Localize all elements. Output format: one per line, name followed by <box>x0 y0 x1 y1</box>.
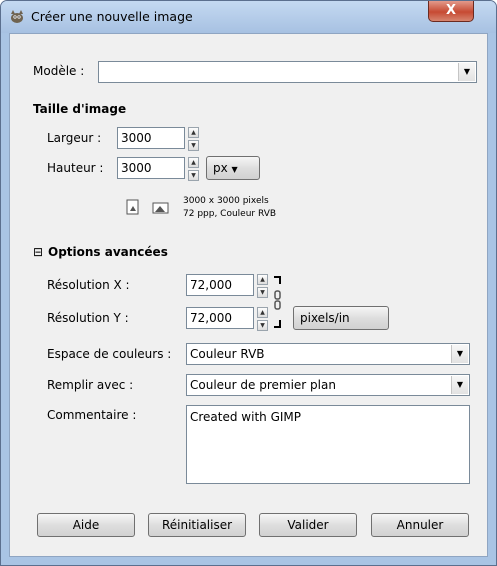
reset-button[interactable]: Réinitialiser <box>148 513 246 537</box>
landscape-icon[interactable] <box>152 202 170 214</box>
dialog-window: Créer une nouvelle image X Modèle : ▼ Ta… <box>0 0 497 566</box>
template-select[interactable]: ▼ <box>98 61 477 83</box>
spin-down-icon[interactable]: ▼ <box>188 140 199 151</box>
gimp-wilber-icon <box>11 10 23 23</box>
dialog-body: Modèle : ▼ Taille d'image Largeur : 3000… <box>9 33 488 557</box>
image-size-heading: Taille d'image <box>33 102 127 116</box>
height-input[interactable]: 3000 <box>117 157 185 179</box>
res-x-spinner[interactable]: ▲ ▼ <box>257 274 268 298</box>
spin-up-icon[interactable]: ▲ <box>188 127 199 138</box>
res-x-input[interactable]: 72,000 <box>186 274 254 296</box>
ok-button[interactable]: Valider <box>259 513 357 537</box>
advanced-toggle-icon[interactable]: ⊟ <box>33 245 43 259</box>
cancel-button[interactable]: Annuler <box>371 513 469 537</box>
width-input[interactable]: 3000 <box>117 127 185 149</box>
close-button[interactable]: X <box>428 1 474 22</box>
width-spinner[interactable]: ▲ ▼ <box>188 127 199 151</box>
colorspace-label: Espace de couleurs : <box>47 347 172 361</box>
width-label: Largeur : <box>47 131 102 145</box>
fill-select[interactable]: Couleur de premier plan ▼ <box>186 374 470 396</box>
chain-link-icon[interactable] <box>272 274 284 330</box>
spin-up-icon[interactable]: ▲ <box>257 274 268 285</box>
advanced-options-heading[interactable]: Options avancées <box>48 245 168 259</box>
res-x-label: Résolution X : <box>47 278 130 292</box>
fill-label: Remplir avec : <box>47 378 134 392</box>
colorspace-value: Couleur RVB <box>190 347 265 361</box>
title-bar[interactable]: Créer une nouvelle image X <box>1 1 496 33</box>
comment-textarea[interactable]: Created with GIMP <box>186 405 470 484</box>
help-button[interactable]: Aide <box>37 513 135 537</box>
chevron-down-icon: ▼ <box>451 376 468 394</box>
spin-down-icon[interactable]: ▼ <box>257 320 268 331</box>
res-y-input[interactable]: 72,000 <box>186 307 254 329</box>
spin-down-icon[interactable]: ▼ <box>188 170 199 181</box>
res-y-spinner[interactable]: ▲ ▼ <box>257 307 268 331</box>
template-label: Modèle : <box>33 64 85 78</box>
chevron-down-icon: ▼ <box>231 165 238 174</box>
height-label: Hauteur : <box>47 161 104 175</box>
height-spinner[interactable]: ▲ ▼ <box>188 157 199 181</box>
unit-value: px <box>213 161 228 175</box>
res-y-label: Résolution Y : <box>47 311 129 325</box>
colorspace-select[interactable]: Couleur RVB ▼ <box>186 343 470 365</box>
fill-value: Couleur de premier plan <box>190 378 336 392</box>
spin-up-icon[interactable]: ▲ <box>257 307 268 318</box>
comment-label: Commentaire : <box>47 408 137 422</box>
resolution-unit-select[interactable]: pixels/in <box>293 306 389 330</box>
portrait-icon[interactable] <box>126 199 140 215</box>
image-info-res: 72 ppp, Couleur RVB <box>183 209 277 219</box>
chevron-down-icon: ▼ <box>458 63 475 81</box>
chevron-down-icon: ▼ <box>451 345 468 363</box>
spin-up-icon[interactable]: ▲ <box>188 157 199 168</box>
unit-select[interactable]: px ▼ <box>206 156 260 180</box>
window-title: Créer une nouvelle image <box>31 9 193 24</box>
spin-down-icon[interactable]: ▼ <box>257 287 268 298</box>
image-info-size: 3000 x 3000 pixels <box>183 196 269 206</box>
